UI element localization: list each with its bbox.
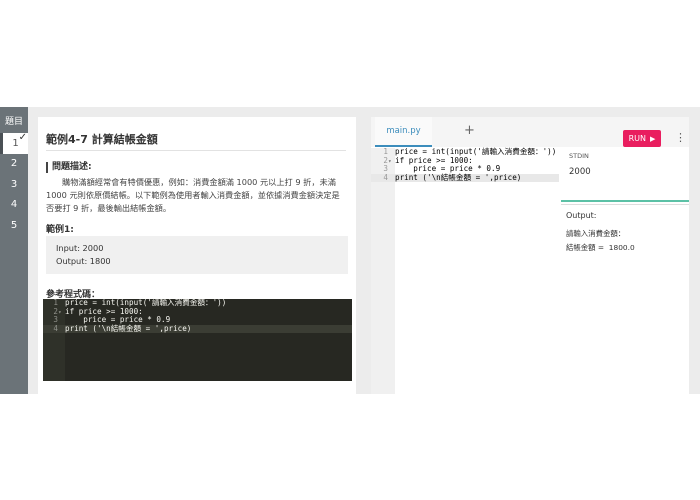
check-icon: ✓ <box>18 132 27 143</box>
tab-main-py[interactable]: main.py <box>375 117 432 147</box>
sidebar-item-3[interactable]: 3 <box>0 174 28 195</box>
problem-sidebar: 題目 1 ✓ 2 3 4 5 <box>0 107 28 394</box>
page-title: 範例4-7 計算結帳金額 <box>46 133 158 146</box>
code-editor[interactable]: 1 price = int(input('請輸入消費金額：')) 2▾ if pri… <box>371 147 559 394</box>
editor-tabbar: main.py + RUN ▶ ⋮ <box>371 117 689 147</box>
code-line-4[interactable]: 4 print ('\n結帳金額 = ',price) <box>371 172 559 183</box>
editor-panel: main.py + RUN ▶ ⋮ 1 price = int(input('請輸… <box>371 117 689 394</box>
description-heading: 問題描述: <box>46 162 92 173</box>
output-line: 結帳金額 = 1800.0 <box>566 243 635 252</box>
code-gutter <box>371 148 395 394</box>
sidebar-item-label: 2 <box>10 158 18 170</box>
add-file-icon[interactable]: + <box>464 123 475 138</box>
sidebar-item-5[interactable]: 5 <box>0 215 28 236</box>
more-menu-icon[interactable]: ⋮ <box>675 131 686 144</box>
stdin-label: STDIN <box>569 152 589 160</box>
example-input: Input: 2000 <box>56 243 104 253</box>
code-line-4: 4 print ('\n結帳金額 = ',price) <box>43 323 352 334</box>
problem-description: 購物滿額經常會有特價優惠，例如：消費金額滿 1000 元以上打 9 折，未滿 1… <box>46 177 340 213</box>
code-line-text: print ('\n結帳金額 = ',price) <box>65 323 192 333</box>
sidebar-item-label: 4 <box>10 199 18 211</box>
stdin-panel[interactable]: STDIN 2000 <box>561 147 689 202</box>
sidebar-item-1[interactable]: 1 ✓ <box>0 132 28 154</box>
run-label: RUN <box>628 134 646 143</box>
code-line-text: print ('\n結帳金額 = ',price) <box>395 172 522 182</box>
problem-panel: 範例4-7 計算結帳金額 問題描述: 購物滿額經常會有特價優惠，例如：消費金額滿… <box>38 117 356 394</box>
sidebar-item-2[interactable]: 2 <box>0 154 28 175</box>
sidebar-item-label: 5 <box>10 219 18 231</box>
output-label: Output: <box>566 211 597 220</box>
example-output: Output: 1800 <box>56 256 111 266</box>
output-panel: Output: 請輸入消費金額： 結帳金額 = 1800.0 <box>561 204 689 394</box>
stdin-input[interactable]: 2000 <box>569 167 681 177</box>
example-heading: 範例1: <box>46 225 74 235</box>
title-divider <box>46 150 346 151</box>
play-icon: ▶ <box>650 134 656 143</box>
output-line: 請輸入消費金額： <box>566 229 626 238</box>
sidebar-header: 題目 <box>4 116 23 127</box>
run-button[interactable]: RUN ▶ <box>623 130 661 147</box>
app: 題目 1 ✓ 2 3 4 5 範例4-7 計算結帳金額 問題描述: 購物滿額經常… <box>0 107 700 394</box>
sidebar-item-label: 3 <box>10 178 18 190</box>
reference-code-block: 1 price = int(input('請輸入消費金額：')) 2▾ if pri… <box>43 298 352 381</box>
sidebar-item-4[interactable]: 4 <box>0 195 28 216</box>
example-box: Input: 2000 Output: 1800 <box>46 236 348 274</box>
